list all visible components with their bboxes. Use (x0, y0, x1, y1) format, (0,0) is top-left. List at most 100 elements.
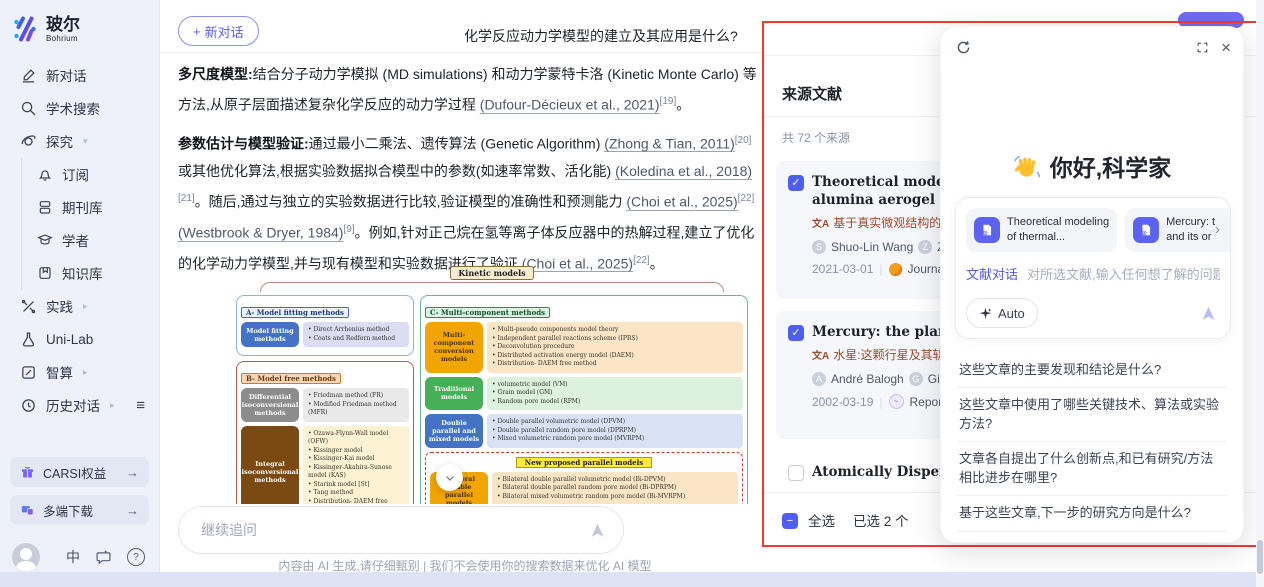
send-icon[interactable] (588, 521, 607, 540)
author-avatar: S (812, 240, 826, 254)
sidebar-item-new-chat[interactable]: 新对话 (0, 59, 159, 92)
feedback-bubble-icon[interactable] (95, 549, 112, 566)
suggested-question[interactable]: 这些文章的主要发现和结论是什么? (957, 353, 1227, 388)
greeting-text: 你好,科学家 (1050, 149, 1171, 183)
document-icon (974, 217, 1000, 243)
sidebar-item-uni-lab[interactable]: Uni-Lab (0, 323, 159, 356)
figure-label: Model fitting methods (241, 322, 299, 347)
sidebar-item-knowledge-base[interactable]: 知识库 (22, 257, 159, 290)
answer-text: 或其他优化算法,根据实验数据拟合模型中的参数(如速率常数、活化能) (178, 163, 615, 179)
suggested-question[interactable]: 基于这些文章,下一步的研究方向是什么? (957, 496, 1227, 531)
citation-link[interactable]: (Choi et al., 2025) (626, 194, 737, 210)
citation-link[interactable]: (Westbrook & Dryer, 1984) (178, 225, 343, 241)
sidebar-item-explore[interactable]: 探究 ▾ (0, 125, 159, 158)
sidebar-item-label: 智算 (46, 362, 73, 382)
gift-icon (20, 465, 35, 480)
sidebar-item-label: 知识库 (62, 263, 103, 283)
author-avatar: Z (918, 240, 932, 254)
citation-link[interactable]: (Dufour-Décieux et al., 2021) (480, 97, 660, 113)
auto-mode-button[interactable]: Auto (966, 298, 1038, 328)
figure-label: Integral isoconversional methods (241, 426, 299, 505)
refresh-icon[interactable] (955, 39, 972, 56)
sidebar: 玻尔 Bohrium 新对话 学术搜索 探究 ▾ 订阅 (0, 0, 160, 587)
chevron-right-icon: ▸ (83, 301, 88, 312)
dialog-input-card[interactable]: Theoretical modelingof thermal... Mercur… (955, 197, 1231, 339)
journal-icon (889, 263, 902, 276)
figure-bullet-list: Ozawa-Flynn-Wall model (OFW)Kissinger mo… (303, 426, 409, 505)
doc-chip[interactable]: Theoretical modelingof thermal... (966, 208, 1117, 252)
auto-label: Auto (998, 306, 1025, 321)
chevron-right-icon: ▸ (110, 400, 115, 411)
brand-logo[interactable]: 玻尔 Bohrium (12, 16, 159, 43)
language-toggle[interactable]: 中 (66, 547, 80, 567)
source-checkbox-checked[interactable]: ✓ (788, 325, 804, 341)
user-avatar[interactable] (12, 543, 40, 571)
suggested-question[interactable]: 文章各自提出了什么创新点,和已有研究/方法相比进步在哪里? (957, 442, 1227, 496)
sparkle-icon (979, 307, 992, 320)
figure-box-multi-component: C- Multi-component methods Multi-compone… (420, 295, 748, 504)
mode-tag: 文献对话 (966, 264, 1018, 283)
expand-answer-button[interactable] (436, 464, 463, 491)
tools-icon (20, 298, 37, 315)
sidebar-item-smart-compute[interactable]: 智算 ▸ (0, 356, 159, 389)
sidebar-item-journal-library[interactable]: 期刊库 (22, 191, 159, 224)
author-avatar: G (909, 372, 923, 386)
figure-box-model-fitting: A- Model fitting methods Model fitting m… (236, 295, 414, 356)
collapse-sidebar-icon[interactable]: ≡ (136, 397, 145, 414)
figure-bullet-list: volumetric model (VM)Grain model (GM)Ran… (487, 377, 743, 411)
kinetic-models-figure[interactable]: Kinetic models A- Model fitting methods … (236, 266, 748, 504)
edit-icon (20, 67, 37, 84)
answer-text: 。 (676, 97, 690, 113)
term-bold: 参数估计与模型验证: (178, 135, 309, 151)
journal-stack-icon (37, 199, 53, 215)
app-window: 玻尔 Bohrium 新对话 学术搜索 探究 ▾ 订阅 (0, 0, 1264, 587)
arrow-right-icon: → (126, 503, 139, 518)
search-icon (20, 100, 37, 117)
followup-input[interactable] (199, 521, 588, 539)
citation-ref[interactable]: [20] (735, 135, 752, 146)
figure-new-models-box: New proposed parallel models Bilateral d… (425, 452, 743, 505)
figure-box-header: A- Model fitting methods (241, 307, 349, 318)
close-icon[interactable]: × (1221, 39, 1231, 56)
citation-ref[interactable]: [19] (660, 96, 677, 107)
dialog-send-icon[interactable] (1199, 304, 1218, 323)
scrollbar-track[interactable] (1256, 0, 1264, 587)
followup-input-bar[interactable] (178, 506, 624, 554)
chevron-down-icon (444, 472, 456, 484)
figure-label: Multi-component conversion models (425, 322, 483, 373)
new-chat-button[interactable]: + 新对话 (178, 16, 259, 46)
source-date: 2002-03-19 (812, 395, 873, 409)
new-chat-label: 新对话 (205, 22, 244, 41)
chips-scroll-right-icon[interactable]: › (1215, 221, 1220, 238)
answer-paragraph: 参数估计与模型验证:通过最小二乘法、遗传算法 (Genetic Algorith… (178, 127, 758, 278)
scrollbar-thumb[interactable] (1257, 540, 1263, 574)
dialog-input-line[interactable]: 文献对话 对所选文献,输入任何想了解的问题。 (966, 264, 1220, 283)
citation-link[interactable]: (Koledina et al., 2018) (615, 163, 752, 179)
carsi-benefits-card[interactable]: CARSI权益 → (10, 457, 149, 487)
help-icon[interactable]: ? (127, 548, 145, 566)
citation-ref[interactable]: [21] (178, 193, 195, 204)
sidebar-item-practice[interactable]: 实践 ▸ (0, 290, 159, 323)
sidebar-item-label: 学者 (62, 230, 89, 250)
suggested-questions: 这些文章的主要发现和结论是什么? 这些文章中使用了哪些关键技术、算法或实验方法?… (957, 353, 1227, 532)
citation-ref[interactable]: [22] (738, 193, 755, 204)
citation-ref[interactable]: [9] (343, 224, 354, 235)
citation-ref[interactable]: [22] (633, 255, 650, 266)
carsi-label: CARSI权益 (43, 463, 106, 482)
multi-device-download-card[interactable]: 多端下载 → (10, 495, 149, 525)
dialog-greeting: 你好,科学家 (941, 149, 1243, 183)
suggested-question[interactable]: 这些文章中使用了哪些关键技术、算法或实验方法? (957, 388, 1227, 442)
sidebar-item-academic-search[interactable]: 学术搜索 (0, 92, 159, 125)
source-checkbox-unchecked[interactable] (788, 465, 804, 481)
figure-bullet-list: Double parallel volumetric model (DPVM)D… (487, 414, 743, 448)
expand-icon[interactable] (1196, 41, 1209, 54)
citation-link[interactable]: (Zhong & Tian, 2011) (604, 135, 734, 151)
select-all-label[interactable]: 全选 (808, 510, 835, 530)
bottom-strip (0, 572, 1264, 587)
chat-main: + 新对话 化学反应动力学模型的建立及其应用是什么? 多尺度模型:结合分子动力学… (160, 0, 764, 587)
select-all-checkbox-indeterminate[interactable]: − (782, 513, 798, 529)
source-checkbox-checked[interactable]: ✓ (788, 175, 804, 191)
sidebar-item-subscribe[interactable]: 订阅 (22, 158, 159, 191)
sidebar-item-scholars[interactable]: 学者 (22, 224, 159, 257)
sidebar-item-history[interactable]: 历史对话 ▸ ≡ (0, 389, 159, 422)
